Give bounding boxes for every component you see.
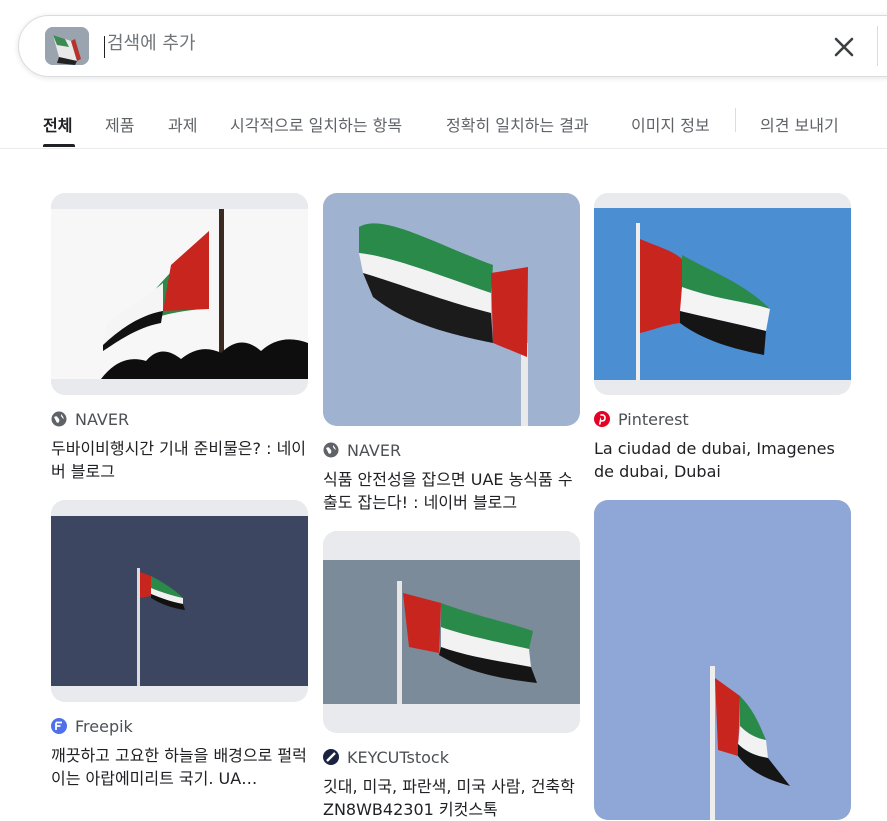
source-name: Pinterest <box>618 409 689 429</box>
result-source[interactable]: Pinterest <box>594 409 851 429</box>
result-card[interactable]: KEYCUTstock 깃대, 미국, 파란색, 미국 사람, 건축학 ZN8W… <box>323 531 580 821</box>
feedback-link[interactable]: 의견 보내기 <box>760 112 839 136</box>
tab-separator <box>735 108 736 132</box>
tab-exact-matches[interactable]: 정확히 일치하는 결과 <box>446 112 589 136</box>
result-image[interactable] <box>51 500 308 702</box>
active-tab-indicator <box>43 144 75 147</box>
result-source[interactable]: KEYCUTstock <box>323 747 580 767</box>
result-card[interactable]: Freepik 깨끗하고 고요한 하늘을 배경으로 펄럭이는 아랍에미리트 국기… <box>51 500 308 790</box>
keycut-icon <box>323 749 339 765</box>
result-card[interactable]: NAVER 두바이비행시간 기내 준비물은? : 네이버 블로그 <box>51 193 308 483</box>
result-card[interactable] <box>594 500 851 820</box>
result-caption[interactable]: 깃대, 미국, 파란색, 미국 사람, 건축학 ZN8WB42301 키컷스톡 <box>323 775 580 821</box>
result-source[interactable]: Freepik <box>51 716 308 736</box>
result-image[interactable] <box>594 500 851 820</box>
result-source[interactable]: NAVER <box>51 409 308 429</box>
source-name: KEYCUTstock <box>347 747 449 767</box>
result-card[interactable]: Pinterest La ciudad de dubai, Imagenes d… <box>594 193 851 483</box>
result-image[interactable] <box>323 193 580 426</box>
source-name: Freepik <box>75 716 133 736</box>
text-caret <box>104 36 105 58</box>
result-caption[interactable]: La ciudad de dubai, Imagenes de dubai, D… <box>594 437 851 483</box>
source-name: NAVER <box>347 440 402 460</box>
result-caption[interactable]: 깨끗하고 고요한 하늘을 배경으로 펄럭이는 아랍에미리트 국기. UA… <box>51 744 308 790</box>
search-bar[interactable] <box>18 15 887 77</box>
search-image-thumbnail[interactable] <box>45 27 89 65</box>
result-card[interactable]: NAVER 식품 안전성을 잡으면 UAE 농식품 수출도 잡는다! : 네이버… <box>323 193 580 514</box>
result-image[interactable] <box>594 193 851 395</box>
freepik-icon <box>51 718 67 734</box>
result-source[interactable]: NAVER <box>323 440 580 460</box>
tab-visual-matches[interactable]: 시각적으로 일치하는 항목 <box>230 112 402 136</box>
result-caption[interactable]: 두바이비행시간 기내 준비물은? : 네이버 블로그 <box>51 437 308 483</box>
globe-icon <box>51 411 67 427</box>
pinterest-icon <box>594 411 610 427</box>
search-input[interactable] <box>107 33 707 54</box>
tab-homework[interactable]: 과제 <box>168 112 197 136</box>
tab-bar: 전체 제품 과제 시각적으로 일치하는 항목 정확히 일치하는 결과 이미지 정… <box>0 100 887 149</box>
source-name: NAVER <box>75 409 130 429</box>
tab-products[interactable]: 제품 <box>105 112 134 136</box>
result-image[interactable] <box>51 193 308 395</box>
globe-icon <box>323 442 339 458</box>
search-bar-divider <box>877 26 878 66</box>
result-image[interactable] <box>323 531 580 733</box>
result-caption[interactable]: 식품 안전성을 잡으면 UAE 농식품 수출도 잡는다! : 네이버 블로그 <box>323 468 580 514</box>
close-icon[interactable] <box>829 32 859 62</box>
tab-all[interactable]: 전체 <box>43 112 72 136</box>
tab-about-image[interactable]: 이미지 정보 <box>631 112 710 136</box>
